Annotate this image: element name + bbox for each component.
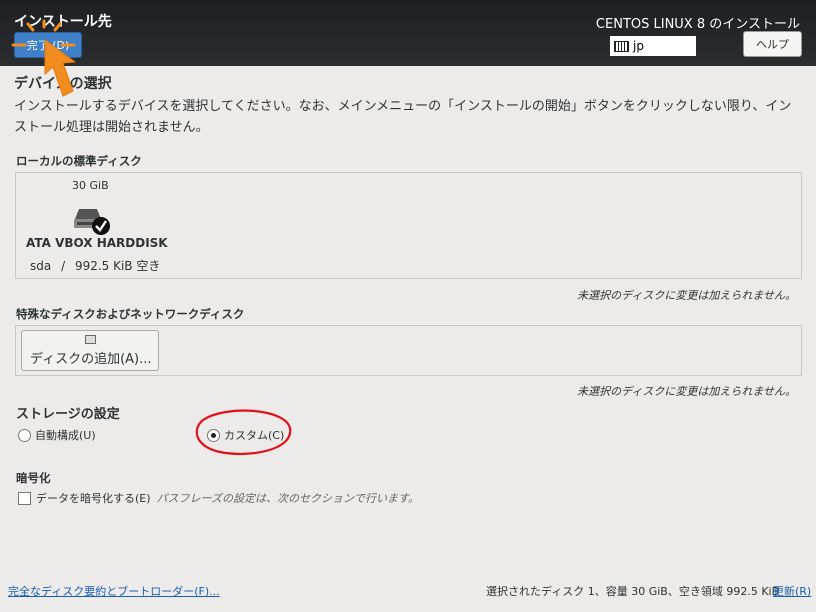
encrypt-option[interactable]: データを暗号化する(E) パスフレーズの設定は、次のセクションで行います。: [18, 490, 419, 506]
refresh-link[interactable]: 更新(R): [773, 583, 811, 599]
disk-size: 30 GiB: [72, 179, 109, 192]
encrypt-label: データを暗号化する(E): [36, 492, 151, 505]
add-disk-icon: [85, 335, 96, 344]
page-title: インストール先: [14, 14, 112, 30]
special-disks-note: 未選択のディスクに変更は加えられません。: [577, 385, 796, 398]
device-selection-heading: デバイスの選択: [14, 76, 112, 92]
add-disk-button[interactable]: ディスクの追加(A)...: [21, 330, 159, 371]
disk-device: sda: [30, 259, 52, 273]
disk-free-space: 992.5 KiB 空き: [74, 259, 161, 273]
auto-config-radio[interactable]: [18, 428, 31, 442]
encryption-heading: 暗号化: [16, 471, 51, 485]
auto-config-option[interactable]: 自動構成(U): [18, 427, 96, 443]
header-bar: インストール先 完了 (D) CENTOS LINUX 8 のインストール jp…: [0, 0, 816, 66]
product-title: CENTOS LINUX 8 のインストール: [595, 17, 800, 32]
keyboard-layout-indicator[interactable]: jp: [610, 36, 696, 56]
special-disks-label: 特殊なディスクおよびネットワークディスク: [16, 307, 245, 321]
local-disks-note: 未選択のディスクに変更は加えられません。: [577, 289, 796, 302]
device-selection-description: インストールするデバイスを選択してください。なお、メインメニューの「インストール…: [14, 99, 792, 135]
auto-config-label: 自動構成(U): [35, 429, 96, 442]
selection-status: 選択されたディスク 1、容量 30 GiB、空き領域 992.5 KiB: [486, 585, 780, 598]
done-button[interactable]: 完了 (D): [14, 32, 82, 58]
keyboard-layout-label: jp: [633, 39, 644, 53]
add-disk-label: ディスクの追加(A)...: [30, 352, 152, 367]
custom-config-label: カスタム(C): [224, 429, 285, 442]
keyboard-icon: [614, 40, 629, 52]
help-button[interactable]: ヘルプ: [743, 31, 802, 57]
harddisk-icon[interactable]: [73, 207, 113, 239]
disk-summary-link[interactable]: 完全なディスク要約とブートローダー(F)...: [8, 583, 220, 599]
local-disks-label: ローカルの標準ディスク: [16, 154, 142, 168]
custom-config-option[interactable]: カスタム(C): [207, 427, 284, 443]
encrypt-checkbox[interactable]: [18, 491, 31, 505]
storage-config-heading: ストレージの設定: [16, 407, 120, 422]
disk-free-info: sda / 992.5 KiB 空き: [30, 257, 160, 274]
custom-config-radio[interactable]: [207, 428, 220, 442]
disk-separator: /: [61, 259, 66, 273]
disk-name: ATA VBOX HARDDISK: [26, 236, 168, 250]
encrypt-hint: パスフレーズの設定は、次のセクションで行います。: [156, 492, 419, 505]
